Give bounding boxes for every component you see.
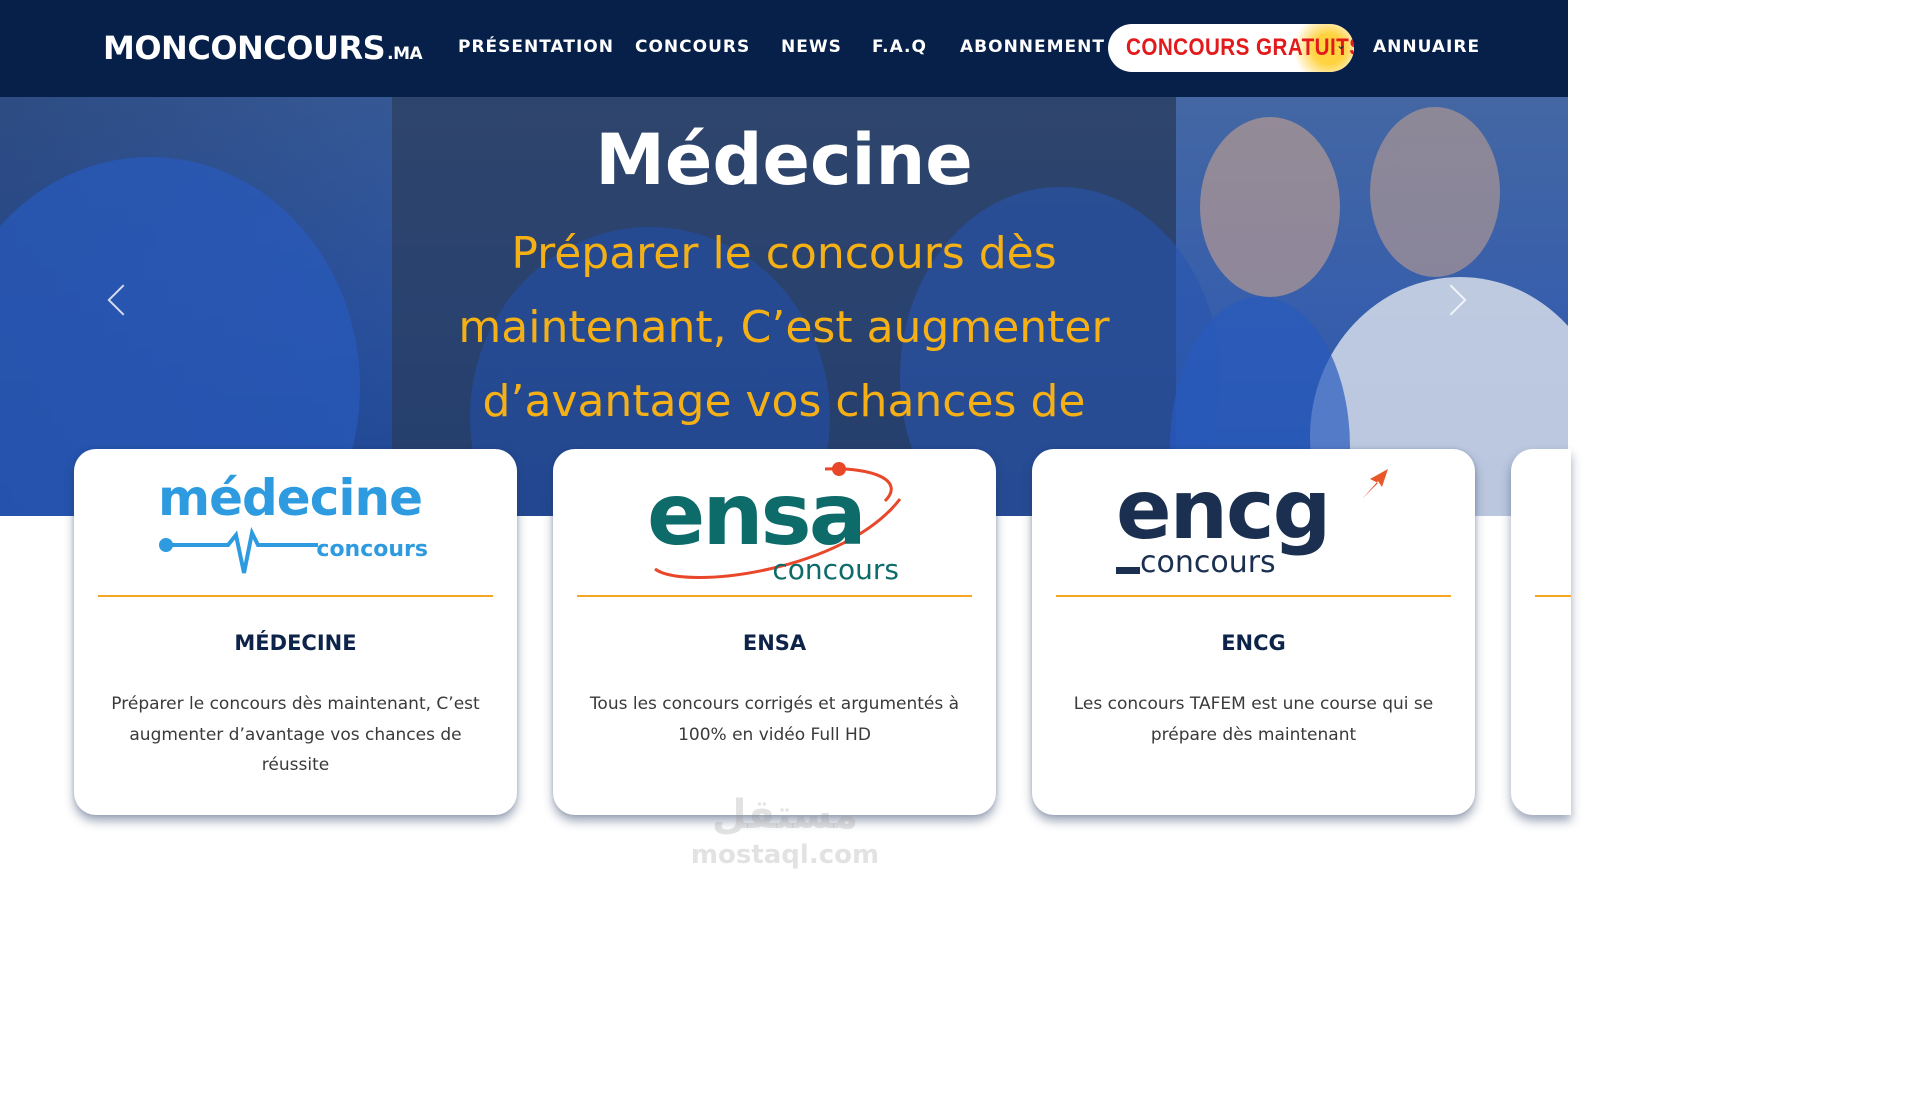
encg-logo-sub: concours bbox=[1140, 545, 1276, 580]
hero-title: Médecine bbox=[595, 119, 973, 201]
encg-logo: encg concours bbox=[1032, 449, 1475, 596]
watermark-latin: mostaql.com bbox=[690, 840, 880, 870]
card-title: ENCG bbox=[1221, 631, 1286, 655]
card-encg[interactable]: encg concours ENCG Les concours TAFEM es… bbox=[1032, 449, 1475, 815]
ensa-logo-sub: concours bbox=[772, 553, 899, 586]
arrow-up-right-icon bbox=[1362, 469, 1388, 499]
ensa-logo-word: ensa bbox=[647, 465, 867, 565]
card-title: ENSA bbox=[742, 631, 807, 655]
encg-logo-word: encg bbox=[1116, 463, 1331, 558]
heartbeat-icon bbox=[159, 527, 318, 574]
card-description: Les concours TAFEM est une course qui se… bbox=[1073, 694, 1434, 745]
site-logo[interactable]: MONCONCOURS .MA bbox=[103, 29, 423, 67]
logo-suffix: .MA bbox=[387, 44, 423, 64]
watermark-arabic: مستقل bbox=[711, 792, 859, 838]
card-title: MÉDECINE bbox=[234, 631, 357, 655]
card-divider bbox=[1535, 595, 1571, 597]
top-navbar: MONCONCOURS .MA PRÉSENTATION CONCOURS NE… bbox=[0, 0, 1568, 97]
nav-item-annuaire[interactable]: ANNUAIRE bbox=[1373, 37, 1480, 57]
card-description: Préparer le concours dès maintenant, C’e… bbox=[111, 694, 480, 775]
card-divider bbox=[1056, 595, 1451, 597]
concours-gratuits-button[interactable]: CONCOURS GRATUITS ⌄ bbox=[1108, 24, 1354, 72]
logo-text: MONCONCOURS bbox=[103, 29, 386, 67]
mostaql-watermark: مستقل mostaql.com bbox=[690, 790, 880, 870]
concours-gratuits-label: CONCOURS GRATUITS bbox=[1126, 34, 1354, 61]
card-description: Tous les concours corrigés et argumentés… bbox=[589, 694, 960, 745]
nav-item-abonnement[interactable]: ABONNEMENT bbox=[960, 37, 1105, 57]
card-medecine[interactable]: médecine concours MÉDECINE Préparer le c… bbox=[74, 449, 517, 815]
ensa-logo: ensa concours bbox=[553, 449, 996, 596]
chevron-down-icon: ⌄ bbox=[1335, 38, 1346, 52]
card-partial-next[interactable] bbox=[1511, 449, 1571, 815]
medecine-logo-sub: concours bbox=[316, 537, 428, 562]
nav-item-concours[interactable]: CONCOURS bbox=[635, 37, 750, 57]
encg-logo-bar bbox=[1116, 567, 1140, 574]
card-divider bbox=[98, 595, 493, 597]
medecine-logo-word: médecine bbox=[158, 469, 423, 527]
card-divider bbox=[577, 595, 972, 597]
nav-item-faq[interactable]: F.A.Q bbox=[872, 37, 927, 57]
card-ensa[interactable]: ensa concours ENSA Tous les concours cor… bbox=[553, 449, 996, 815]
medecine-logo: médecine concours bbox=[74, 449, 517, 596]
nav-item-presentation[interactable]: PRÉSENTATION bbox=[458, 37, 614, 57]
nav-item-news[interactable]: NEWS bbox=[781, 37, 842, 57]
